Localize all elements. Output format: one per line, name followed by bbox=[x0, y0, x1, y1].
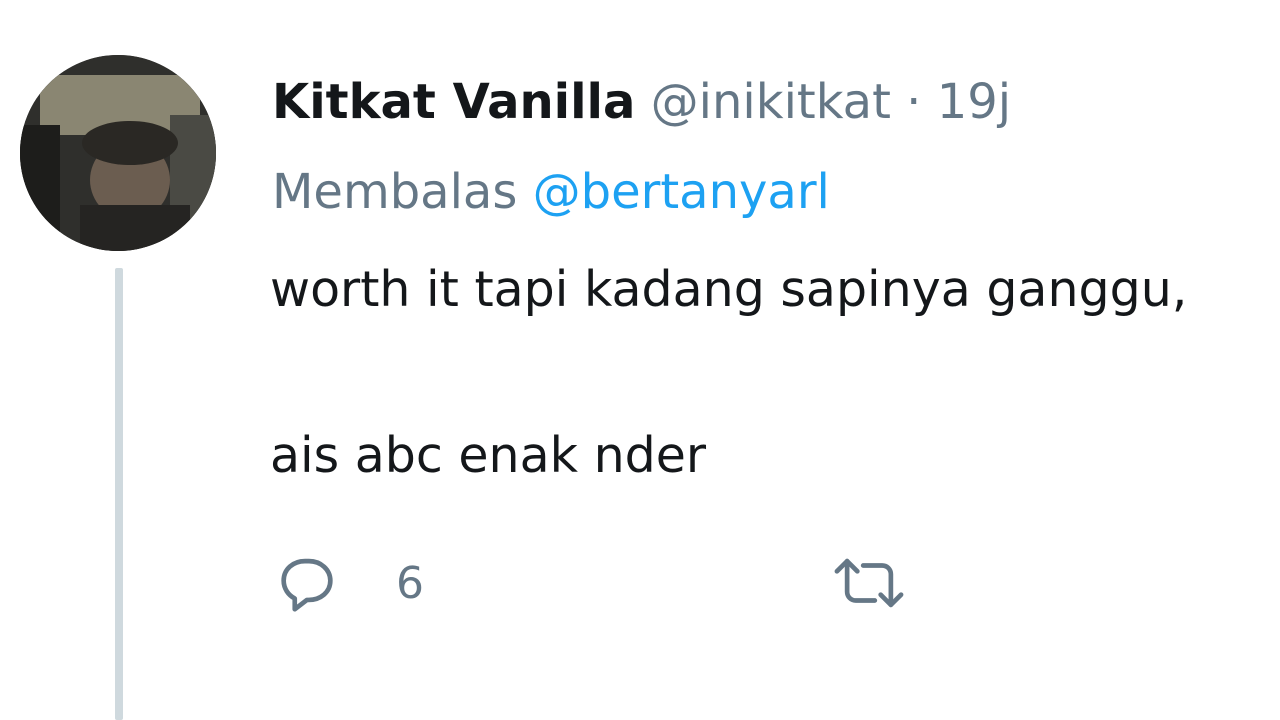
retweet-icon bbox=[828, 548, 910, 618]
replying-prefix: Membalas bbox=[272, 164, 518, 220]
tweet-text-line-2: ais abc enak nder bbox=[270, 427, 707, 484]
thread-line bbox=[115, 268, 123, 720]
retweet-button[interactable] bbox=[828, 548, 964, 618]
user-handle[interactable]: @inikitkat bbox=[651, 74, 891, 130]
display-name[interactable]: Kitkat Vanilla bbox=[272, 74, 635, 130]
tweet[interactable]: Kitkat Vanilla @inikitkat · 19j Membalas… bbox=[0, 0, 1280, 720]
avatar-image bbox=[20, 55, 216, 251]
avatar[interactable] bbox=[20, 55, 216, 251]
reply-button[interactable]: 6 bbox=[272, 548, 424, 618]
reply-icon bbox=[272, 548, 342, 618]
separator-dot: · bbox=[906, 74, 922, 130]
tweet-text-line-1: worth it tapi kadang sapinya ganggu, bbox=[270, 261, 1188, 318]
tweet-actions: 6 bbox=[272, 548, 972, 618]
reply-count: 6 bbox=[396, 557, 424, 609]
tweet-body: worth it tapi kadang sapinya ganggu, ais… bbox=[270, 258, 1187, 488]
tweet-header: Kitkat Vanilla @inikitkat · 19j bbox=[272, 72, 1011, 132]
replying-mention-link[interactable]: @bertanyarl bbox=[533, 164, 830, 220]
tweet-timestamp[interactable]: 19j bbox=[937, 74, 1011, 130]
replying-to: Membalas @bertanyarl bbox=[272, 162, 830, 222]
